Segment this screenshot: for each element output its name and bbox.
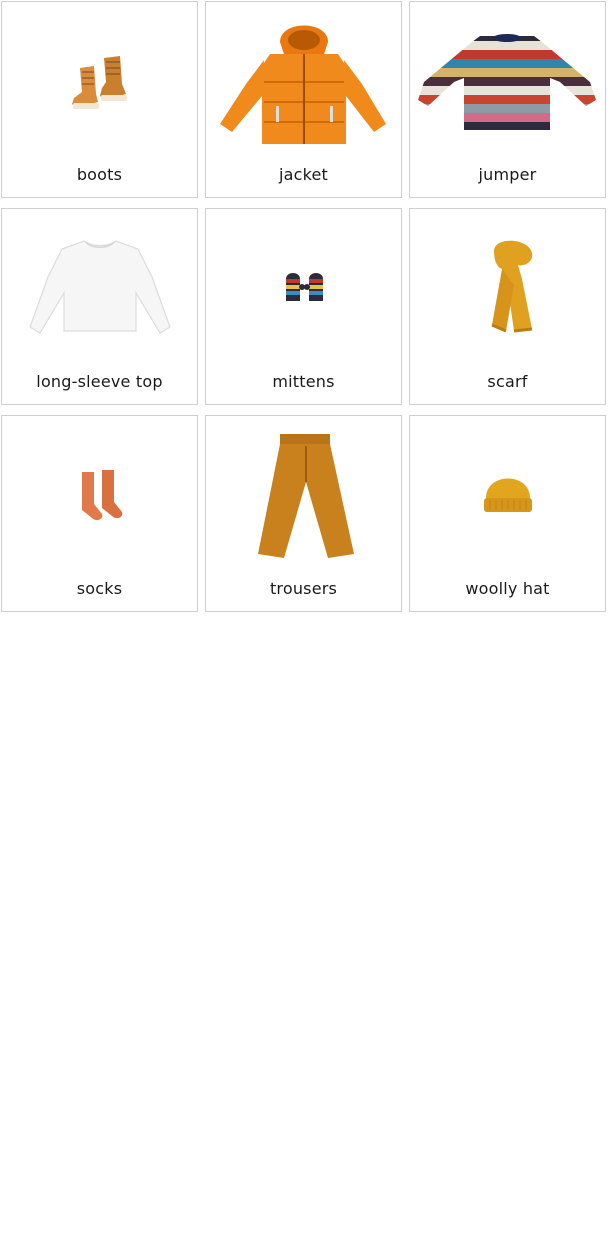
woolly-hat-icon <box>410 416 605 566</box>
trousers-icon <box>206 416 401 566</box>
card-label: jacket <box>278 165 329 184</box>
card-label: scarf <box>487 372 528 391</box>
card-mittens[interactable]: mittens <box>205 208 402 405</box>
card-trousers[interactable]: trousers <box>205 415 402 612</box>
card-label: jumper <box>478 165 537 184</box>
card-jumper[interactable]: jumper <box>409 1 606 198</box>
jacket-icon <box>206 2 401 152</box>
card-scarf[interactable]: scarf <box>409 208 606 405</box>
mittens-icon <box>206 209 401 359</box>
card-label: trousers <box>269 579 338 598</box>
card-boots[interactable]: boots <box>1 1 198 198</box>
card-label: socks <box>76 579 123 598</box>
card-label: long-sleeve top <box>36 372 163 391</box>
card-woolly-hat[interactable]: woolly hat <box>409 415 606 612</box>
scarf-icon <box>410 209 605 359</box>
card-jacket[interactable]: jacket <box>205 1 402 198</box>
socks-icon <box>2 416 197 566</box>
card-label: mittens <box>272 372 335 391</box>
card-socks[interactable]: socks <box>1 415 198 612</box>
card-label: boots <box>76 165 123 184</box>
card-label: woolly hat <box>465 579 550 598</box>
long-sleeve-top-icon <box>2 209 197 359</box>
card-long-sleeve-top[interactable]: long-sleeve top <box>1 208 198 405</box>
boots-icon <box>2 2 197 152</box>
jumper-icon <box>410 2 605 152</box>
